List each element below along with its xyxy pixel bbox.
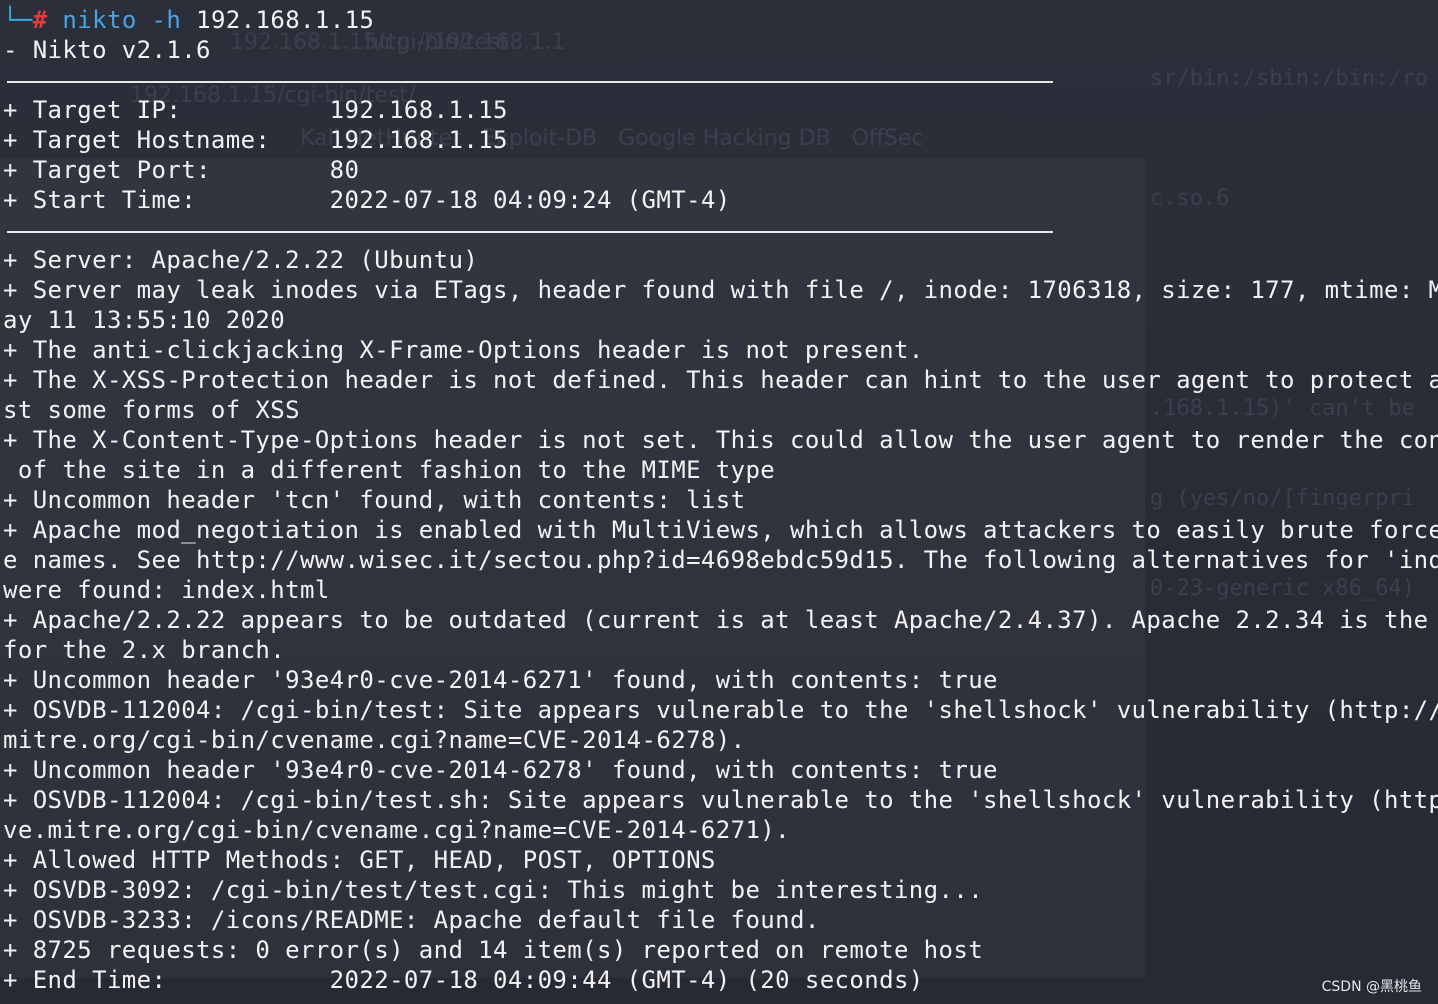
command-argument: 192.168.1.15 [196,6,375,34]
result-line: ve.mitre.org/cgi-bin/cvename.cgi?name=CV… [3,816,791,844]
start-time-line: + Start Time: 2022-07-18 04:09:24 (GMT-4… [3,186,731,214]
result-line: + Uncommon header '93e4r0-cve-2014-6278'… [3,756,998,784]
result-line: + Apache mod_negotiation is enabled with… [3,516,1438,544]
command-flag: -h [151,6,182,34]
result-line: + OSVDB-3233: /icons/README: Apache defa… [3,906,820,934]
result-line: ay 11 13:55:10 2020 [3,306,286,334]
result-line: of the site in a different fashion to th… [3,456,776,484]
result-line: mitre.org/cgi-bin/cvename.cgi?name=CVE-2… [3,726,746,754]
result-line: e names. See http://www.wisec.it/sectou.… [3,546,1438,574]
divider-rule [7,81,1053,83]
divider-rule [7,231,1053,233]
prompt-corner: └─ [3,6,33,34]
csdn-watermark: CSDN @黑桃鱼 [1321,979,1422,995]
result-line: + The X-XSS-Protection header is not def… [3,366,1438,394]
divider-top [3,65,1438,95]
terminal-output: └─# nikto -h 192.168.1.15 - Nikto v2.1.6… [3,5,1438,995]
result-line: st some forms of XSS [3,396,300,424]
result-line: + Allowed HTTP Methods: GET, HEAD, POST,… [3,846,716,874]
target-ip-line: + Target IP: 192.168.1.15 [3,96,508,124]
result-line: + End Time: 2022-07-18 04:09:44 (GMT-4) … [3,966,924,994]
divider-bottom [3,215,1438,245]
result-line: for the 2.x branch. [3,636,286,664]
result-line: were found: index.html [3,576,330,604]
result-line: + OSVDB-3092: /cgi-bin/test/test.cgi: Th… [3,876,984,904]
terminal-window[interactable]: 192.168.1.15/cgi-bin/test http://192.168… [0,0,1438,1004]
result-line: + Uncommon header 'tcn' found, with cont… [3,486,746,514]
result-line: + The X-Content-Type-Options header is n… [3,426,1438,454]
result-line: + 8725 requests: 0 error(s) and 14 item(… [3,936,984,964]
result-line: + OSVDB-112004: /cgi-bin/test: Site appe… [3,696,1438,724]
prompt-hash: # [32,6,48,34]
result-line: + Uncommon header '93e4r0-cve-2014-6271'… [3,666,998,694]
command-name: nikto [62,6,137,34]
result-line: + Apache/2.2.22 appears to be outdated (… [3,606,1438,634]
target-hostname-line: + Target Hostname: 192.168.1.15 [3,126,508,154]
prompt-line: └─# nikto -h 192.168.1.15 [3,5,1438,35]
result-line: + Server: Apache/2.2.22 (Ubuntu) [3,246,479,274]
target-port-line: + Target Port: 80 [3,156,360,184]
result-line: + The anti-clickjacking X-Frame-Options … [3,336,924,364]
version-line: - Nikto v2.1.6 [3,36,211,64]
result-line: + Server may leak inodes via ETags, head… [3,276,1438,304]
result-line: + OSVDB-112004: /cgi-bin/test.sh: Site a… [3,786,1438,814]
